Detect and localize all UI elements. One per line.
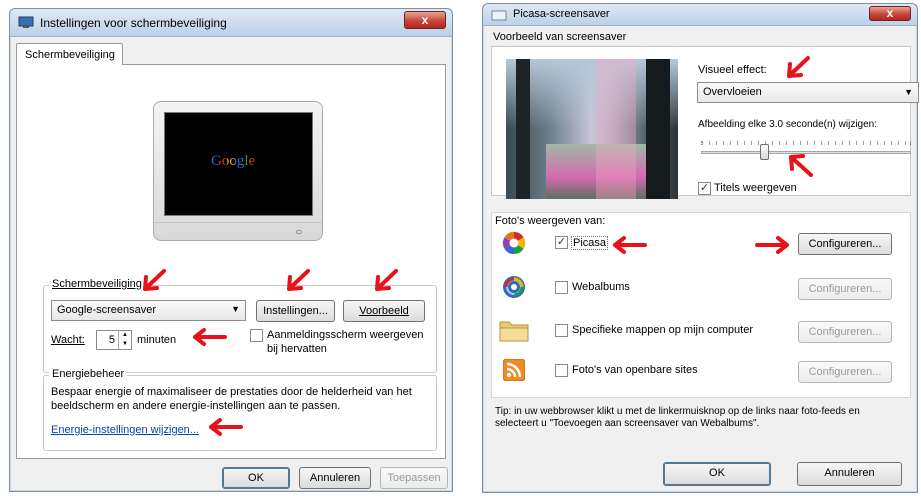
tab-screensaver[interactable]: Schermbeveiliging bbox=[16, 43, 123, 65]
window-icon bbox=[491, 10, 507, 21]
folders-checkbox[interactable] bbox=[555, 324, 568, 337]
checkmark-icon: ✓ bbox=[556, 236, 567, 248]
picasa-checkbox[interactable]: ✓ bbox=[555, 236, 568, 249]
configure-webalbums-button[interactable]: Configureren... bbox=[798, 278, 892, 300]
chevron-down-icon: ▼ bbox=[904, 87, 913, 97]
sources-label: Foto's weergeven van: bbox=[495, 215, 606, 227]
rss-icon bbox=[503, 359, 525, 381]
window-title: Picasa-screensaver bbox=[513, 8, 610, 20]
close-button[interactable]: x bbox=[404, 11, 446, 29]
preview-tree-right bbox=[646, 59, 670, 199]
window-title: Instellingen voor schermbeveiliging bbox=[40, 16, 227, 30]
source-label-public-sites: Foto's van openbare sites bbox=[572, 364, 698, 376]
energy-group-label: Energiebeheer bbox=[49, 368, 128, 380]
preview-crossfade-band bbox=[596, 59, 636, 199]
red-arrow-icon bbox=[193, 328, 227, 346]
source-label-picasa: Picasa bbox=[571, 236, 609, 250]
logon-screen-checkbox[interactable] bbox=[250, 329, 263, 342]
folder-icon bbox=[499, 321, 529, 342]
red-arrow-icon bbox=[143, 269, 166, 291]
logon-screen-label: Aanmeldingsscherm weergeven bij hervatte… bbox=[267, 329, 424, 355]
red-arrow-icon bbox=[787, 56, 810, 78]
preview-screen: Google bbox=[164, 112, 313, 216]
ok-button[interactable]: OK bbox=[222, 467, 290, 489]
cancel-button[interactable]: Annuleren bbox=[797, 462, 902, 486]
red-arrow-icon bbox=[613, 236, 647, 254]
configure-picasa-button[interactable]: Configureren... bbox=[798, 233, 892, 255]
source-label-folders: Specifieke mappen op mijn computer bbox=[572, 324, 753, 336]
screensaver-settings-window: Instellingen voor schermbeveiliging x Sc… bbox=[9, 8, 453, 492]
configure-folders-button[interactable]: Configureren... bbox=[798, 321, 892, 343]
power-led bbox=[296, 230, 302, 234]
minutes-label: minuten bbox=[137, 334, 177, 346]
google-logo: Google bbox=[211, 153, 256, 169]
energy-description: Bespaar energie of maximaliseer de prest… bbox=[51, 386, 412, 412]
show-titles-checkbox[interactable]: ✓ bbox=[698, 182, 711, 195]
interval-slider-thumb[interactable] bbox=[760, 144, 769, 160]
visual-effect-select[interactable]: Overvloeien ▼ bbox=[697, 82, 919, 103]
ok-button[interactable]: OK bbox=[663, 462, 771, 486]
source-label-webalbums: Webalbums bbox=[572, 281, 630, 293]
monitor-preview: Google bbox=[153, 101, 323, 241]
show-titles-label: Titels weergeven bbox=[714, 182, 797, 194]
title-bar[interactable]: Picasa-screensaver x bbox=[483, 4, 917, 26]
picasa-screensaver-window: Picasa-screensaver x Voorbeeld van scree… bbox=[482, 3, 919, 493]
screensaver-select[interactable]: Google-screensaver ▼ bbox=[51, 300, 246, 321]
stepper-arrows[interactable]: ▲ ▼ bbox=[118, 331, 131, 349]
tip-text: Tip: in uw webbrowser klikt u met de lin… bbox=[495, 406, 860, 429]
web-albums-icon bbox=[503, 276, 525, 298]
title-bar[interactable]: Instellingen voor schermbeveiliging x bbox=[10, 9, 452, 37]
cancel-button[interactable]: Annuleren bbox=[299, 467, 371, 489]
red-arrow-icon bbox=[375, 269, 398, 291]
tab-panel: Google Schermbeveiliging Google-screensa… bbox=[16, 64, 446, 459]
webalbums-checkbox[interactable] bbox=[555, 281, 568, 294]
preview-section-label: Voorbeeld van screensaver bbox=[493, 31, 627, 43]
close-button[interactable]: x bbox=[869, 6, 911, 21]
apply-button[interactable]: Toepassen bbox=[380, 467, 448, 489]
public-sites-checkbox[interactable] bbox=[555, 364, 568, 377]
wait-minutes-stepper[interactable]: 5 ▲ ▼ bbox=[96, 330, 132, 350]
picasa-icon bbox=[502, 231, 526, 255]
red-arrow-icon bbox=[287, 269, 310, 291]
preview-button[interactable]: Voorbeeld bbox=[343, 300, 425, 322]
chevron-down-icon: ▼ bbox=[231, 304, 240, 314]
red-arrow-icon bbox=[755, 236, 789, 254]
visual-effect-label: Visueel effect: bbox=[698, 64, 767, 76]
monitor-icon bbox=[18, 16, 34, 28]
energy-settings-link[interactable]: Energie-instellingen wijzigen... bbox=[51, 424, 199, 436]
preview-tree-left bbox=[516, 59, 530, 199]
red-arrow-icon bbox=[789, 154, 813, 177]
configure-public-sites-button[interactable]: Configureren... bbox=[798, 361, 892, 383]
wait-label: Wacht: bbox=[51, 334, 85, 346]
screensaver-preview-image bbox=[506, 59, 678, 199]
red-arrow-icon bbox=[209, 418, 243, 436]
screensaver-group-label: Schermbeveiliging bbox=[49, 278, 145, 290]
change-interval-label: Afbeelding elke 3.0 seconde(n) wijzigen: bbox=[698, 119, 877, 130]
interval-slider-ticks bbox=[701, 141, 911, 145]
checkmark-icon: ✓ bbox=[699, 182, 710, 194]
settings-button[interactable]: Instellingen... bbox=[256, 300, 335, 322]
